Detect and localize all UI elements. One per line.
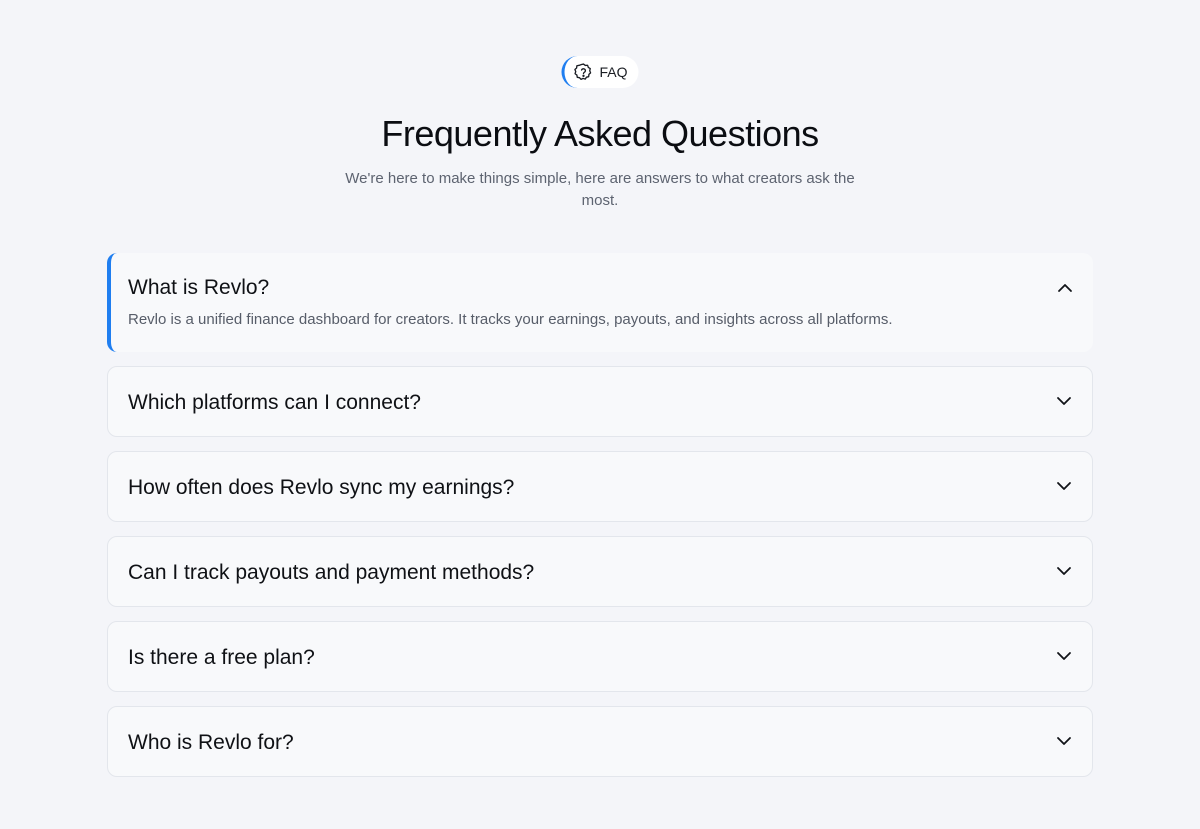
faq-question: Who is Revlo for? xyxy=(128,731,294,754)
faq-question: Can I track payouts and payment methods? xyxy=(128,561,535,584)
faq-item-sync[interactable]: How often does Revlo sync my earnings? xyxy=(107,451,1093,522)
faq-item-what-is-revlo[interactable]: What is Revlo? Revlo is a unified financ… xyxy=(107,253,1093,352)
chevron-down-icon[interactable] xyxy=(1054,731,1074,751)
chevron-down-icon[interactable] xyxy=(1054,561,1074,581)
faq-answer: Revlo is a unified finance dashboard for… xyxy=(128,311,893,328)
question-badge-icon xyxy=(573,62,593,82)
faq-item-free-plan[interactable]: Is there a free plan? xyxy=(107,621,1093,692)
faq-question: What is Revlo? xyxy=(128,276,270,299)
chevron-down-icon[interactable] xyxy=(1054,646,1074,666)
faq-item-platforms[interactable]: Which platforms can I connect? xyxy=(107,366,1093,437)
faq-badge-label: FAQ xyxy=(599,64,628,80)
page-subtitle: We're here to make things simple, here a… xyxy=(345,170,855,209)
page-title: Frequently Asked Questions xyxy=(381,113,819,154)
faq-question: How often does Revlo sync my earnings? xyxy=(128,476,515,499)
faq-list: What is Revlo? Revlo is a unified financ… xyxy=(107,253,1093,791)
faq-item-who-for[interactable]: Who is Revlo for? xyxy=(107,706,1093,777)
chevron-down-icon[interactable] xyxy=(1054,391,1074,411)
chevron-up-icon[interactable] xyxy=(1055,278,1075,298)
faq-question: Is there a free plan? xyxy=(128,646,315,669)
faq-question: Which platforms can I connect? xyxy=(128,391,421,414)
faq-item-payouts[interactable]: Can I track payouts and payment methods? xyxy=(107,536,1093,607)
faq-badge-pill: FAQ xyxy=(561,56,639,88)
chevron-down-icon[interactable] xyxy=(1054,476,1074,496)
faq-badge: FAQ xyxy=(561,56,639,88)
